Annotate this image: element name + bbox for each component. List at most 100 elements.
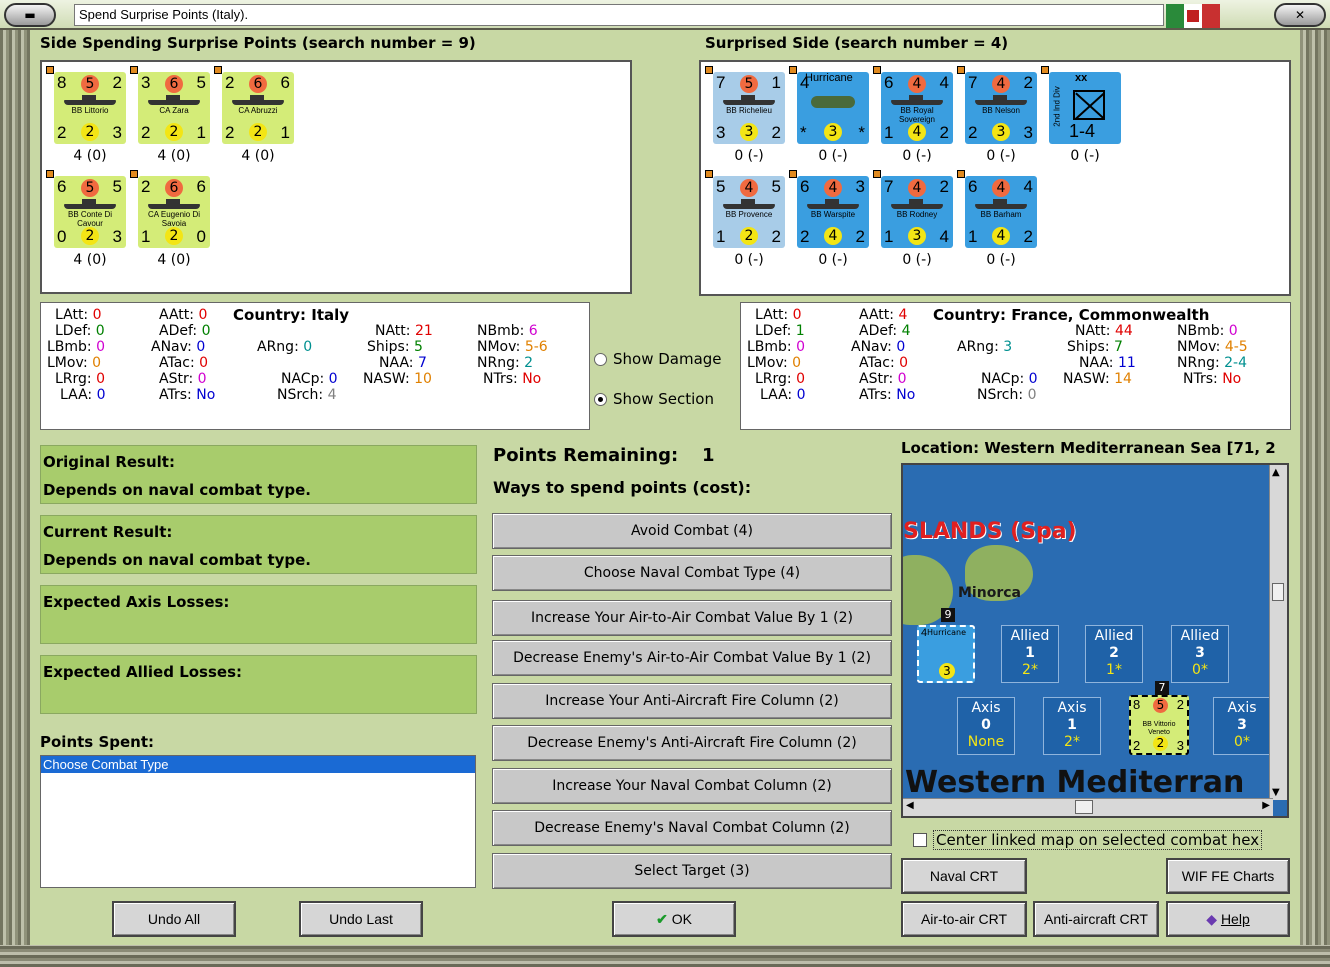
list-item[interactable]: Choose Combat Type (41, 756, 475, 773)
stat-label: NRng: (1177, 355, 1220, 371)
map-combat-box[interactable]: Allied 1 2* (1001, 625, 1059, 683)
show-section-radio[interactable] (594, 392, 607, 406)
unit-counter[interactable]: 6 4 4 BB Barham 1 4 2 (965, 176, 1037, 248)
allied-losses-label: Expected Allied Losses: (43, 663, 243, 681)
status-marker (705, 66, 713, 74)
unit-caption: 0 (-) (734, 148, 764, 164)
action-button[interactable]: Select Target (3) (492, 853, 892, 889)
unit-b: 4 (992, 179, 1010, 197)
stat-laa: LAA: 0 (760, 387, 806, 403)
scroll-right-icon[interactable]: ▶ (1262, 800, 1270, 811)
unit-c: 2 (112, 73, 122, 92)
unit-d: 2 (800, 227, 810, 246)
stat-value: 7 (1114, 339, 1123, 355)
stat-label: AStr: (159, 371, 194, 387)
unit-caption: 0 (-) (1070, 148, 1100, 164)
undo-all-button[interactable]: Undo All (112, 901, 236, 937)
anti-aircraft-crt-button[interactable]: Anti-aircraft CRT (1033, 901, 1159, 937)
close-button[interactable]: ✕ (1274, 3, 1326, 27)
map-combat-box[interactable]: Axis 3 0* (1213, 697, 1271, 755)
show-section-option[interactable]: Show Section (594, 390, 714, 408)
stat-value: 7 (417, 355, 427, 371)
unit-counter[interactable]: 7 4 2 BB Nelson 2 3 3 (965, 72, 1037, 144)
unit-counter[interactable]: 4 Hurricane * 3 * (797, 72, 869, 144)
center-map-option[interactable]: Center linked map on selected combat hex (913, 830, 1263, 850)
stat-atac: ATac: 0 (859, 355, 908, 371)
unit-counter[interactable]: 8 5 2 BB Littorio 2 2 3 (54, 72, 126, 144)
unit-e: 2 (165, 123, 183, 141)
scroll-down-icon[interactable]: ▼ (1272, 787, 1280, 798)
unit-a: 6 (57, 177, 67, 196)
action-button[interactable]: Increase Your Naval Combat Column (2) (492, 768, 892, 804)
stat-value: 1 (795, 323, 805, 339)
scroll-up-icon[interactable]: ▲ (1272, 467, 1280, 478)
unit-counter[interactable]: 7 4 2 BB Rodney 1 3 4 (881, 176, 953, 248)
unit-c: 6 (280, 73, 290, 92)
unit-counter[interactable]: 2 6 6 CA Abruzzi 2 2 1 (222, 72, 294, 144)
naval-crt-button[interactable]: Naval CRT (901, 858, 1027, 894)
unit-counter[interactable]: 2 6 6 CA Eugenio Di Savoia 1 2 0 (138, 176, 210, 248)
unit-name: 2nd Ind Div (1052, 86, 1062, 127)
action-button[interactable]: Choose Naval Combat Type (4) (492, 555, 892, 591)
unit-b: 6 (249, 75, 267, 93)
unit-counter[interactable]: 3 6 5 CA Zara 2 2 1 (138, 72, 210, 144)
air-to-air-crt-button[interactable]: Air-to-air CRT (901, 901, 1027, 937)
show-damage-radio[interactable] (594, 352, 607, 366)
action-button[interactable]: Decrease Enemy's Naval Combat Column (2) (492, 810, 892, 846)
unit-e: 2 (740, 227, 758, 245)
linked-map[interactable]: SLANDS (Spa) Minorca 9 4 Hurricane 3 All… (901, 463, 1289, 818)
stat-naa: NAA: 7 (379, 355, 427, 371)
stat-label: AAtt: (159, 307, 194, 323)
vittorio-e: 2 (1153, 736, 1168, 751)
stat-label: AAtt: (859, 307, 894, 323)
unit-name: CA Abruzzi (238, 106, 278, 115)
unit-caption: 0 (-) (734, 252, 764, 268)
unit-counter[interactable]: 7 5 1 BB Richelieu 3 3 2 (713, 72, 785, 144)
undo-last-button[interactable]: Undo Last (299, 901, 423, 937)
box-side: Axis (971, 700, 1001, 716)
vertical-scroll-thumb[interactable] (1272, 583, 1284, 601)
stat-naa: NAA: 11 (1079, 355, 1136, 371)
horizontal-scroll-thumb[interactable] (1075, 800, 1093, 814)
stat-nrng: NRng: 2 (477, 355, 533, 371)
ok-button[interactable]: ✔ OK (612, 901, 736, 937)
unit-a: 6 (884, 73, 894, 92)
ship-icon (891, 199, 943, 209)
action-button[interactable]: Decrease Enemy's Anti-Aircraft Fire Colu… (492, 725, 892, 761)
unit-c: 4 (939, 73, 949, 92)
collapse-button[interactable]: ▬ (4, 3, 56, 27)
unit-counter[interactable]: 6 5 5 BB Conte Di Cavour 0 2 3 (54, 176, 126, 248)
map-combat-box[interactable]: Allied 2 1* (1085, 625, 1143, 683)
map-combat-box[interactable]: Allied 3 0* (1171, 625, 1229, 683)
map-vertical-scrollbar[interactable]: ▲ ▼ (1269, 465, 1287, 800)
scroll-left-icon[interactable]: ◀ (906, 800, 914, 811)
unit-f: 1 (196, 123, 206, 142)
unit-counter[interactable]: xx 2nd Ind Div 1-4 (1049, 72, 1121, 144)
map-combat-box[interactable]: Axis 0 None (957, 697, 1015, 755)
stat-label: NASW: (363, 371, 410, 387)
map-hurricane-counter[interactable]: 4 Hurricane 3 (917, 625, 975, 683)
unit-name: CA Zara (159, 106, 189, 115)
action-button[interactable]: Increase Your Anti-Aircraft Fire Column … (492, 683, 892, 719)
stat-label: ATrs: (859, 387, 892, 403)
unit-counter[interactable]: 6 4 3 BB Warspite 2 4 2 (797, 176, 869, 248)
unit-counter[interactable]: 5 4 5 BB Provence 1 2 2 (713, 176, 785, 248)
help-button[interactable]: ◆ Help (1166, 901, 1290, 937)
map-vittorio-counter[interactable]: 8 5 2 BB Vittorio Veneto 2 2 3 (1129, 695, 1189, 755)
show-damage-option[interactable]: Show Damage (594, 350, 722, 368)
map-horizontal-scrollbar[interactable]: ◀ ▶ (903, 798, 1273, 816)
unit-b: 5 (81, 179, 99, 197)
wif-fe-charts-button[interactable]: WIF FE Charts (1166, 858, 1290, 894)
unit-counter[interactable]: 6 4 4 BB Royal Sovereign 1 4 2 (881, 72, 953, 144)
action-button[interactable]: Decrease Enemy's Air-to-Air Combat Value… (492, 640, 892, 676)
map-combat-box[interactable]: Axis 1 2* (1043, 697, 1101, 755)
box-value: 0* (1192, 662, 1208, 678)
title-bar: ▬ Spend Surprise Points (Italy). ✕ (0, 0, 1330, 30)
stat-value: 4 (901, 323, 911, 339)
action-button[interactable]: Avoid Combat (4) (492, 513, 892, 549)
action-button[interactable]: Increase Your Air-to-Air Combat Value By… (492, 600, 892, 636)
center-map-checkbox[interactable] (913, 833, 927, 847)
allied-stats: LAtt: 0 LDef: 1 LBmb: 0 LMov: 0 LRrg: 0 LAA: … (740, 302, 1291, 430)
points-spent-list[interactable]: Choose Combat Type (40, 755, 476, 888)
current-result-label: Current Result: (43, 523, 173, 541)
